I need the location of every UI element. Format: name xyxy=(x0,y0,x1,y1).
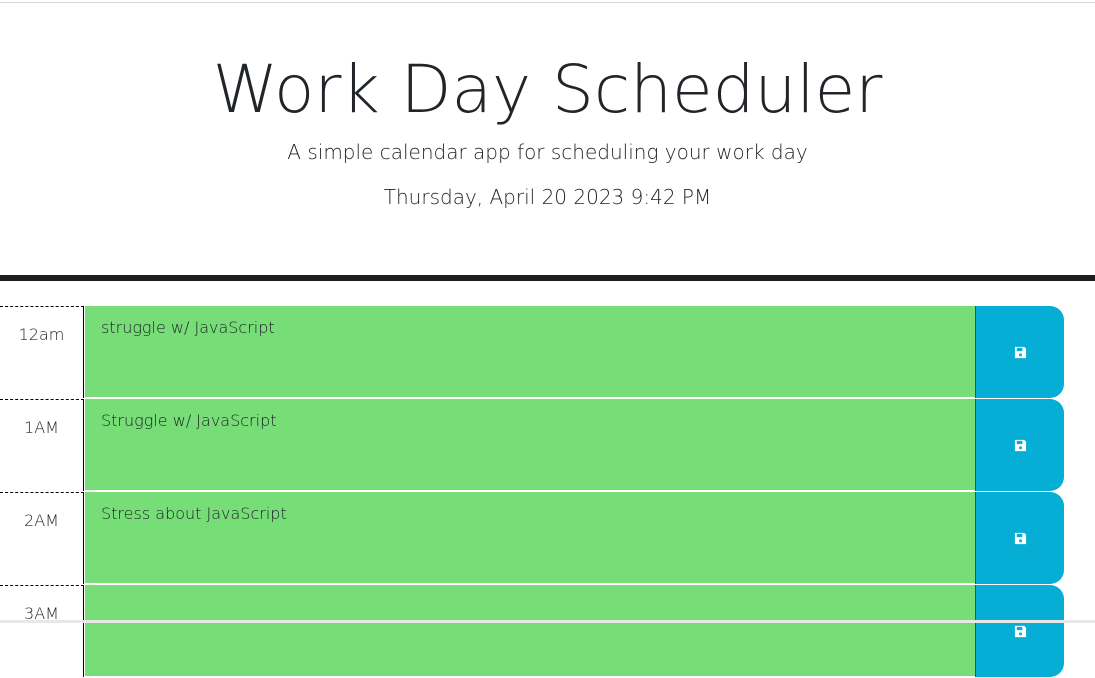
hour-label: 3AM xyxy=(0,585,84,677)
description-textarea[interactable]: Stress about JavaScript xyxy=(85,492,975,584)
time-block-row: 12am struggle w/ JavaScript xyxy=(0,306,1064,399)
floppy-disk-icon xyxy=(1014,346,1026,358)
page-title: Work Day Scheduler xyxy=(212,51,883,128)
hour-label: 12am xyxy=(0,306,84,398)
save-button[interactable] xyxy=(976,492,1064,584)
time-block-row: 2AM Stress about JavaScript xyxy=(0,492,1064,585)
save-button[interactable] xyxy=(976,399,1064,491)
header-border xyxy=(0,275,1095,281)
floppy-disk-icon xyxy=(1014,439,1026,451)
description-textarea[interactable]: Struggle w/ JavaScript xyxy=(85,399,975,491)
description-textarea[interactable]: struggle w/ JavaScript xyxy=(85,306,975,398)
save-button[interactable] xyxy=(976,585,1064,677)
floppy-disk-icon xyxy=(1014,532,1026,544)
description-textarea[interactable] xyxy=(85,585,975,677)
jumbotron-header: Work Day Scheduler A simple calendar app… xyxy=(0,0,1095,276)
save-button[interactable] xyxy=(976,306,1064,398)
current-day: Thursday, April 20 2023 9:42 PM xyxy=(383,185,712,209)
time-block-row: 3AM xyxy=(0,585,1064,678)
time-block-row: 1AM Struggle w/ JavaScript xyxy=(0,399,1064,492)
hour-label: 2AM xyxy=(0,492,84,584)
page-lead: A simple calendar app for scheduling you… xyxy=(287,140,808,164)
hour-label: 1AM xyxy=(0,399,84,491)
floppy-disk-icon xyxy=(1014,625,1026,637)
